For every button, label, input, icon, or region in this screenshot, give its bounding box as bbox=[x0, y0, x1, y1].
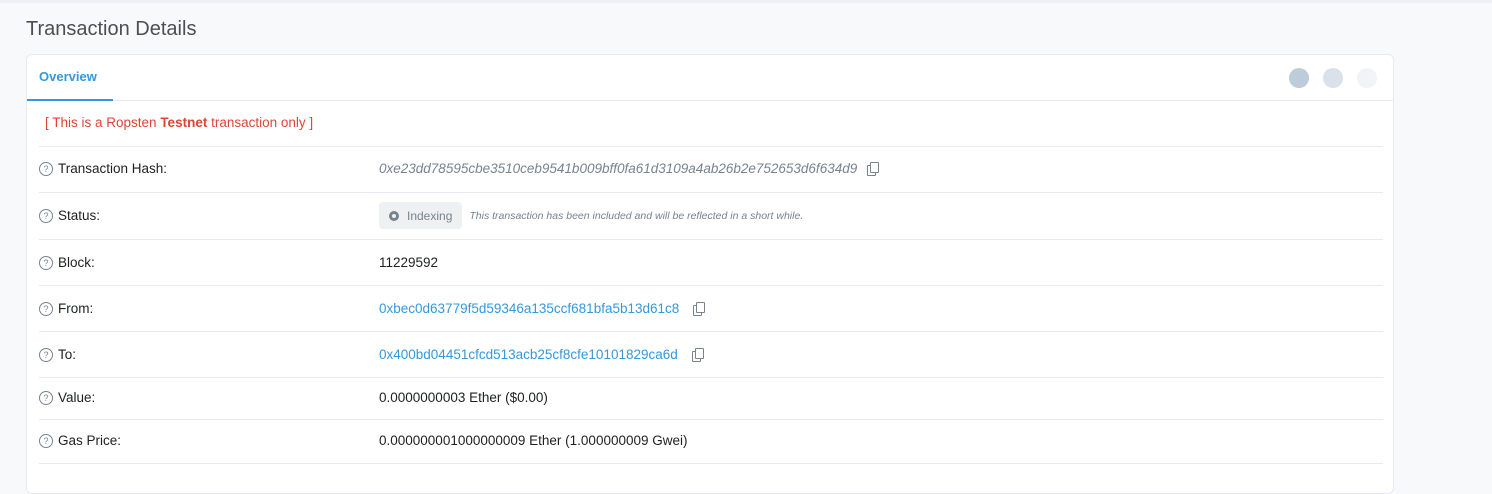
page-title: Transaction Details bbox=[26, 18, 197, 40]
transaction-hash-label: Transaction Hash: bbox=[58, 161, 168, 176]
row-status: ? Status: Indexing This transaction has … bbox=[39, 192, 1383, 239]
status-badge: Indexing bbox=[379, 202, 463, 229]
question-circle-icon[interactable]: ? bbox=[39, 433, 53, 448]
testnet-notice: [ This is a Ropsten Testnet transaction … bbox=[45, 115, 313, 130]
to-label: To: bbox=[58, 347, 77, 362]
copy-icon[interactable] bbox=[691, 348, 704, 362]
question-circle-icon[interactable]: ? bbox=[39, 161, 53, 176]
block-value: 11229592 bbox=[379, 255, 439, 270]
header-dot-2[interactable] bbox=[1323, 68, 1343, 88]
card-header: Overview bbox=[27, 55, 1393, 101]
row-transaction-hash: ? Transaction Hash: 0xe23dd78595cbe3510c… bbox=[39, 146, 1383, 192]
transaction-hash-value: 0xe23dd78595cbe3510ceb9541b009bff0fa61d3… bbox=[379, 161, 858, 176]
notice-bold: Testnet bbox=[160, 115, 208, 130]
transaction-card: Overview [ This is a Ropsten Testnet tra… bbox=[26, 54, 1394, 494]
question-circle-icon[interactable]: ? bbox=[39, 255, 53, 270]
header-dot-3[interactable] bbox=[1357, 68, 1377, 88]
gas-price-label: Gas Price: bbox=[58, 433, 122, 448]
row-from: ? From: 0xbec0d63779f5d59346a135ccf681bf… bbox=[39, 285, 1383, 331]
copy-icon[interactable] bbox=[867, 162, 880, 176]
status-badge-text: Indexing bbox=[407, 208, 453, 223]
status-dot-icon bbox=[389, 210, 399, 221]
question-circle-icon[interactable]: ? bbox=[39, 390, 53, 405]
header-dot-1[interactable] bbox=[1289, 68, 1309, 88]
row-to: ? To: 0x400bd04451cfcd513acb25cf8cfe1010… bbox=[39, 331, 1383, 377]
from-label: From: bbox=[58, 301, 94, 316]
notice-suffix: transaction only ] bbox=[207, 115, 314, 130]
value-label: Value: bbox=[58, 390, 96, 405]
row-value: ? Value: 0.0000000003 Ether ($0.00) bbox=[39, 377, 1383, 419]
copy-icon[interactable] bbox=[693, 302, 706, 316]
from-address-link[interactable]: 0xbec0d63779f5d59346a135ccf681bfa5b13d61… bbox=[379, 301, 679, 316]
question-circle-icon[interactable]: ? bbox=[39, 301, 53, 316]
status-label: Status: bbox=[58, 208, 101, 223]
top-border bbox=[0, 0, 1492, 3]
status-note: This transaction has been included and w… bbox=[469, 209, 804, 222]
question-circle-icon[interactable]: ? bbox=[39, 208, 53, 223]
question-circle-icon[interactable]: ? bbox=[39, 347, 53, 362]
gas-price-value: 0.000000001000000009 Ether (1.000000009 … bbox=[379, 433, 688, 448]
tab-overview[interactable]: Overview bbox=[27, 55, 113, 101]
row-block: ? Block: 11229592 bbox=[39, 239, 1383, 285]
notice-prefix: [ This is a Ropsten bbox=[45, 115, 161, 130]
value-amount: 0.0000000003 Ether ($0.00) bbox=[379, 390, 548, 405]
to-address-link[interactable]: 0x400bd04451cfcd513acb25cf8cfe10101829ca… bbox=[379, 347, 678, 362]
row-gas-price: ? Gas Price: 0.000000001000000009 Ether … bbox=[39, 419, 1383, 464]
block-label: Block: bbox=[58, 255, 95, 270]
